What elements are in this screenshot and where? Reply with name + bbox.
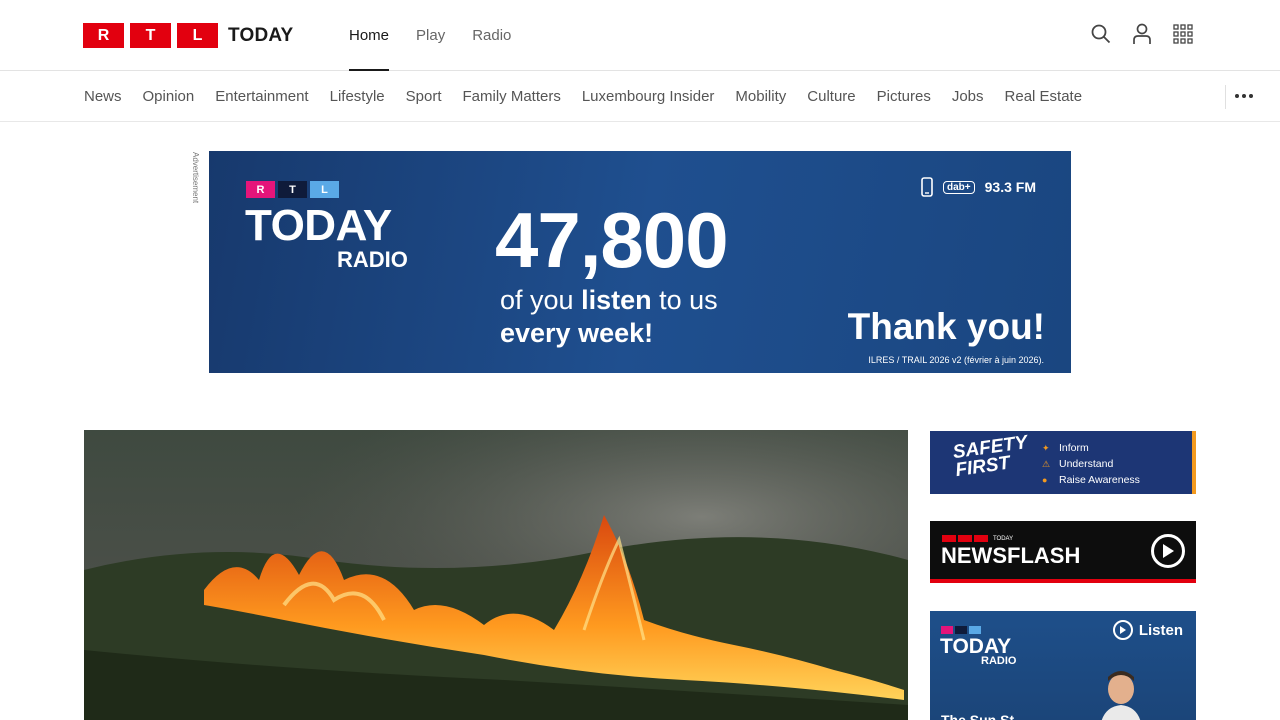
- radio-promo-card[interactable]: TODAY RADIO Listen The Sun St: [930, 611, 1196, 720]
- phone-icon: [921, 177, 933, 197]
- section-nav: News Opinion Entertainment Lifestyle Spo…: [0, 71, 1280, 122]
- play-circle-icon: [1112, 620, 1133, 640]
- bulb-icon: ✦: [1042, 443, 1050, 453]
- ad-thank-you: Thank you!: [847, 306, 1045, 347]
- ad-frequency-text: 93.3 FM: [984, 179, 1036, 195]
- newsflash-banner[interactable]: TODAY NEWSFLASH: [930, 521, 1196, 583]
- presenter-photo: [1101, 671, 1141, 720]
- rtl-today-logo[interactable]: R T L TODAY: [83, 23, 293, 48]
- logo-word: TODAY: [228, 24, 294, 46]
- safety-first-banner[interactable]: SAFETY FIRST ✦ Inform ⚠ Understand ● Raise …: [930, 431, 1196, 494]
- ad-logo-t: T: [278, 181, 307, 198]
- dab-icon: dab+: [943, 180, 975, 194]
- user-icon[interactable]: [1131, 22, 1153, 46]
- safety-item-raise-awareness: ● Raise Awareness: [1042, 474, 1140, 486]
- listen-button[interactable]: Listen: [1112, 620, 1183, 640]
- more-menu-icon[interactable]: [1234, 89, 1254, 103]
- safety-first-logo: SAFETY FIRST: [951, 431, 1029, 482]
- safety-item-understand: ⚠ Understand: [1042, 458, 1114, 470]
- ad-logo-l: L: [310, 181, 339, 198]
- radio-show-title: The Sun St: [941, 712, 1015, 720]
- ad-listener-count: 47,800: [495, 196, 729, 284]
- ad-radio: RADIO: [337, 247, 408, 272]
- search-icon[interactable]: [1090, 22, 1112, 46]
- ad-line-1: of you listen to us: [500, 285, 718, 315]
- section-entertainment[interactable]: Entertainment: [215, 88, 308, 105]
- ad-rtl-logo: R T L: [246, 181, 339, 198]
- section-pictures[interactable]: Pictures: [877, 88, 931, 105]
- advertisement-label: Advertisement: [191, 152, 200, 204]
- ad-source: ILRES / TRAIL 2026 v2 (février à juin 20…: [868, 355, 1044, 365]
- safety-first-list: ✦ Inform ⚠ Understand ● Raise Awareness: [1042, 440, 1140, 488]
- nav-divider: [1225, 85, 1226, 109]
- logo-letter-r: R: [83, 23, 124, 48]
- section-lifestyle[interactable]: Lifestyle: [330, 88, 385, 105]
- safety-item-inform: ✦ Inform: [1042, 442, 1089, 454]
- apps-grid-icon[interactable]: [1172, 22, 1194, 46]
- warning-icon: ⚠: [1042, 459, 1051, 469]
- section-real-estate[interactable]: Real Estate: [1005, 88, 1083, 105]
- main-nav: Home Play Radio: [349, 0, 511, 71]
- ad-frequency: dab+ 93.3 FM: [921, 177, 1036, 197]
- section-culture[interactable]: Culture: [807, 88, 855, 105]
- logo-letter-l: L: [177, 23, 218, 48]
- section-opinion[interactable]: Opinion: [143, 88, 195, 105]
- radio-mini-logo: [941, 626, 981, 634]
- site-header: R T L TODAY Home Play Radio: [0, 0, 1280, 71]
- section-sport[interactable]: Sport: [406, 88, 442, 105]
- section-mobility[interactable]: Mobility: [735, 88, 786, 105]
- section-jobs[interactable]: Jobs: [952, 88, 984, 105]
- main-nav-play[interactable]: Play: [416, 0, 445, 71]
- listen-label: Listen: [1138, 621, 1183, 639]
- section-luxembourg-insider[interactable]: Luxembourg Insider: [582, 88, 715, 105]
- section-news[interactable]: News: [84, 88, 122, 105]
- main-nav-home[interactable]: Home: [349, 0, 390, 71]
- newsflash-mini-logo: TODAY: [942, 535, 1013, 542]
- logo-letter-t: T: [130, 23, 171, 48]
- ad-logo-r: R: [246, 181, 275, 198]
- header-tools: [1090, 22, 1194, 46]
- newsflash-title: NEWSFLASH: [941, 543, 1081, 568]
- radio-ad-banner[interactable]: R T L TODAY RADIO 47,800 of you listen t…: [209, 151, 1071, 373]
- play-icon[interactable]: [1151, 534, 1185, 568]
- ad-line-2: every week!: [500, 318, 654, 348]
- hero-wildfire-image[interactable]: [84, 430, 908, 720]
- ad-today: TODAY: [245, 201, 392, 250]
- section-family-matters[interactable]: Family Matters: [463, 88, 561, 105]
- shield-icon: ●: [1042, 475, 1048, 485]
- radio-promo-radio: RADIO: [981, 655, 1017, 667]
- main-nav-radio[interactable]: Radio: [472, 0, 511, 71]
